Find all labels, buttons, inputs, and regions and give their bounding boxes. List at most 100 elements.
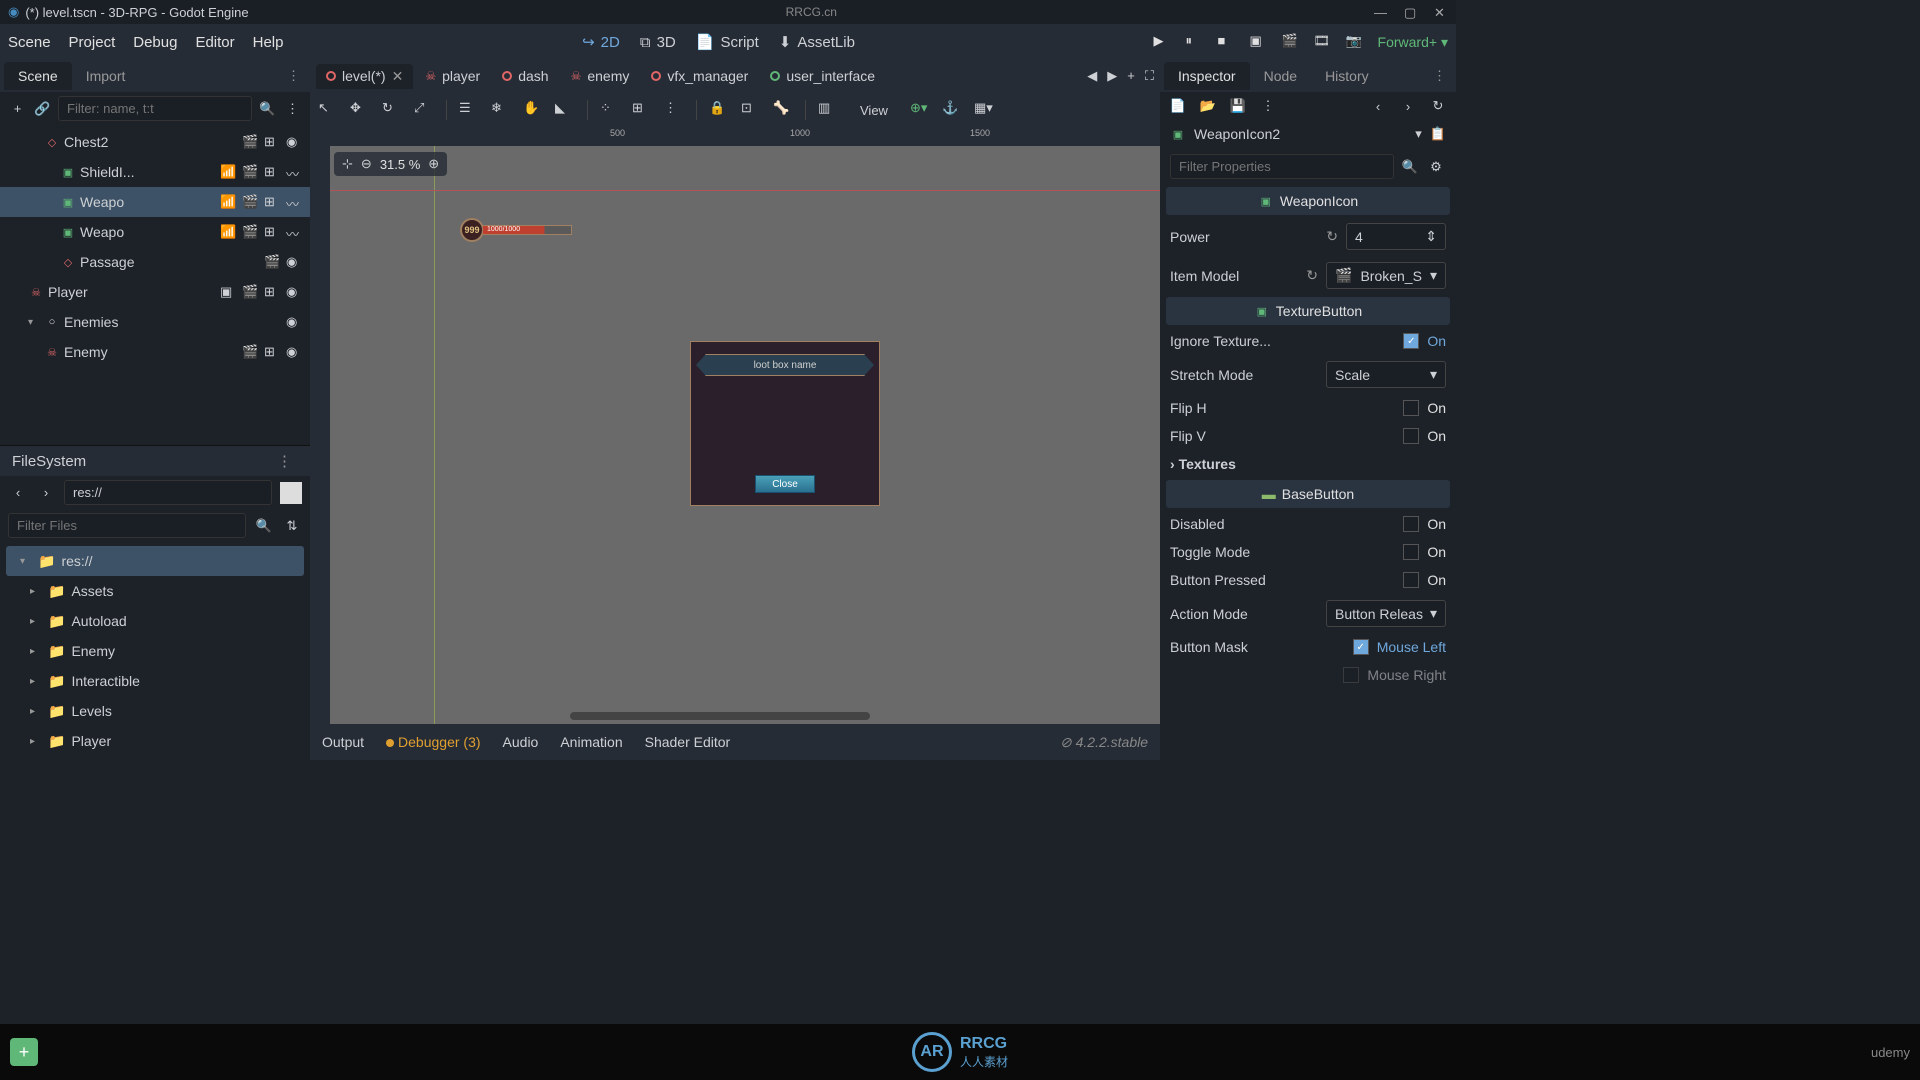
grid-icon[interactable]: ⊞ — [264, 134, 280, 150]
save-resource-icon[interactable]: 💾 — [1228, 96, 1248, 116]
zoom-out-icon[interactable]: ⊖ — [361, 156, 372, 172]
eye-icon[interactable]: ◉ — [286, 344, 302, 360]
add-button[interactable]: + — [10, 1038, 38, 1066]
menu-scene[interactable]: Scene — [8, 34, 51, 51]
pan-icon[interactable]: ✋ — [523, 100, 543, 120]
clap-icon[interactable]: 🎞 — [1314, 33, 1332, 51]
menu-project[interactable]: Project — [69, 34, 116, 51]
fs-item[interactable]: ▾📁res:// — [6, 546, 304, 576]
scene-tab[interactable]: dash — [492, 64, 558, 88]
search-icon[interactable]: 🔍 — [258, 99, 277, 119]
layers-icon[interactable]: ▥ — [818, 100, 838, 120]
scene-filter-input[interactable] — [58, 96, 252, 121]
stretch-mode-field[interactable]: Scale ▾ — [1326, 361, 1446, 388]
mode-3d[interactable]: ⧉ 3D — [640, 34, 676, 51]
more-icon[interactable]: ⋮ — [283, 99, 302, 119]
insp-search-icon[interactable]: 🔍 — [1400, 157, 1420, 177]
grid-icon[interactable]: ⊞ — [264, 194, 280, 210]
tab-next-icon[interactable]: ▶ — [1107, 68, 1117, 84]
flip-v-checkbox[interactable] — [1403, 428, 1419, 444]
power-field[interactable]: 4⇕ — [1346, 223, 1446, 250]
tab-node[interactable]: Node — [1250, 62, 1311, 90]
link-icon[interactable]: 🔗 — [33, 99, 52, 119]
clap-icon[interactable]: 🎬 — [264, 254, 280, 270]
load-resource-icon[interactable]: 📂 — [1198, 96, 1218, 116]
tree-node[interactable]: ▾○Enemies◉ — [0, 307, 310, 337]
scene-tab[interactable]: vfx_manager — [641, 64, 758, 88]
fs-filter-input[interactable] — [8, 513, 246, 538]
tab-add-icon[interactable]: + — [1127, 68, 1135, 84]
doc-icon[interactable]: 📋 — [1430, 126, 1446, 142]
history-back-icon[interactable]: ‹ — [1368, 96, 1388, 116]
snap-icon[interactable]: ⁘ — [600, 100, 620, 120]
move-icon[interactable]: ✥ — [350, 100, 370, 120]
clap-icon[interactable]: 🎬 — [242, 284, 258, 300]
fs-menu-icon[interactable]: ⋮ — [271, 452, 298, 470]
section-weapon-icon[interactable]: ▣WeaponIcon — [1166, 187, 1450, 215]
scene-tab[interactable]: ☠enemy — [561, 64, 640, 88]
tree-node[interactable]: ☠Player▣🎬⊞◉ — [0, 277, 310, 307]
section-base-button[interactable]: ▬BaseButton — [1166, 480, 1450, 508]
new-resource-icon[interactable]: 📄 — [1168, 96, 1188, 116]
section-textures[interactable]: › Textures — [1160, 450, 1456, 478]
tab-shader[interactable]: Shader Editor — [645, 734, 731, 750]
toggle-mode-checkbox[interactable] — [1403, 544, 1419, 560]
bone-icon[interactable]: 🦴 — [773, 100, 793, 120]
rotate-icon[interactable]: ↻ — [382, 100, 402, 120]
mode-2d[interactable]: ↪ 2D — [582, 33, 620, 51]
insp-settings-icon[interactable]: ⚙ — [1426, 157, 1446, 177]
reset-icon[interactable]: ↻ — [1326, 228, 1338, 245]
mouse-right-checkbox[interactable] — [1343, 667, 1359, 683]
lock-icon[interactable]: 🔒 — [709, 100, 729, 120]
scene-tab[interactable]: user_interface — [760, 64, 885, 88]
fs-thumb-icon[interactable] — [280, 482, 302, 504]
grid-icon[interactable]: ⊞ — [264, 164, 280, 180]
tree-node[interactable]: ☠Enemy🎬⊞◉ — [0, 337, 310, 367]
lock-sel-icon[interactable]: ❄ — [491, 100, 511, 120]
grid-icon[interactable]: ⊞ — [264, 344, 280, 360]
maximize-icon[interactable]: ▢ — [1404, 5, 1418, 19]
zoom-in-icon[interactable]: ⊕ — [428, 156, 439, 172]
tree-node[interactable]: ◇Passage🎬◉ — [0, 247, 310, 277]
tab-expand-icon[interactable]: ⛶ — [1145, 68, 1154, 84]
eye-icon[interactable]: ◉ — [286, 134, 302, 150]
inspector-node-name[interactable]: WeaponIcon2 — [1194, 126, 1407, 142]
fs-path[interactable]: res:// — [64, 480, 272, 505]
eye-icon[interactable]: ◉ — [286, 254, 302, 270]
tab-scene[interactable]: Scene — [4, 62, 72, 90]
viewport[interactable]: 500 1000 1500 999 1000/1000 loot box nam… — [310, 128, 1160, 724]
inspector-filter-input[interactable] — [1170, 154, 1394, 179]
remote-icon[interactable]: ▣ — [1250, 33, 1268, 51]
wave-icon[interactable]: 〰 — [286, 194, 302, 210]
ignore-texture-checkbox[interactable]: ✓ — [1403, 333, 1419, 349]
mouse-left-checkbox[interactable]: ✓ — [1353, 639, 1369, 655]
tab-audio[interactable]: Audio — [503, 734, 539, 750]
tab-import[interactable]: Import — [72, 62, 140, 90]
tab-animation[interactable]: Animation — [560, 734, 622, 750]
insp-more-icon[interactable]: ⋮ — [1258, 96, 1278, 116]
close-icon[interactable]: ✕ — [1434, 5, 1448, 19]
group-icon[interactable]: ⊡ — [741, 100, 761, 120]
tab-output[interactable]: Output — [322, 734, 364, 750]
snap-menu-icon[interactable]: ⋮ — [664, 100, 684, 120]
pause-icon[interactable]: ⏸ — [1186, 33, 1204, 51]
stop-icon[interactable]: ■ — [1218, 33, 1236, 51]
wave-icon[interactable]: 〰 — [286, 224, 302, 240]
fs-item[interactable]: ▸📁Enemy — [0, 636, 310, 666]
sq-icon[interactable]: ▣ — [220, 284, 236, 300]
tab-inspector[interactable]: Inspector — [1164, 62, 1250, 90]
tree-node[interactable]: ▣Weapo📶🎬⊞〰 — [0, 187, 310, 217]
tab-prev-icon[interactable]: ◀ — [1087, 68, 1097, 84]
anchor-icon[interactable]: ⚓ — [942, 100, 962, 120]
tab-history[interactable]: History — [1311, 62, 1383, 90]
viewport-scrollbar[interactable] — [570, 712, 870, 720]
wifi-icon[interactable]: 📶 — [220, 224, 236, 240]
clap-icon[interactable]: 🎬 — [242, 224, 258, 240]
fs-item[interactable]: ▸📁Player — [0, 726, 310, 756]
fs-item[interactable]: ▸📁Interactible — [0, 666, 310, 696]
history-fwd-icon[interactable]: › — [1398, 96, 1418, 116]
insp-menu-icon[interactable]: ⋮ — [1427, 68, 1452, 84]
clap-icon[interactable]: 🎬 — [242, 164, 258, 180]
nav-back-icon[interactable]: ‹ — [8, 483, 28, 503]
history-icon[interactable]: ↻ — [1428, 96, 1448, 116]
